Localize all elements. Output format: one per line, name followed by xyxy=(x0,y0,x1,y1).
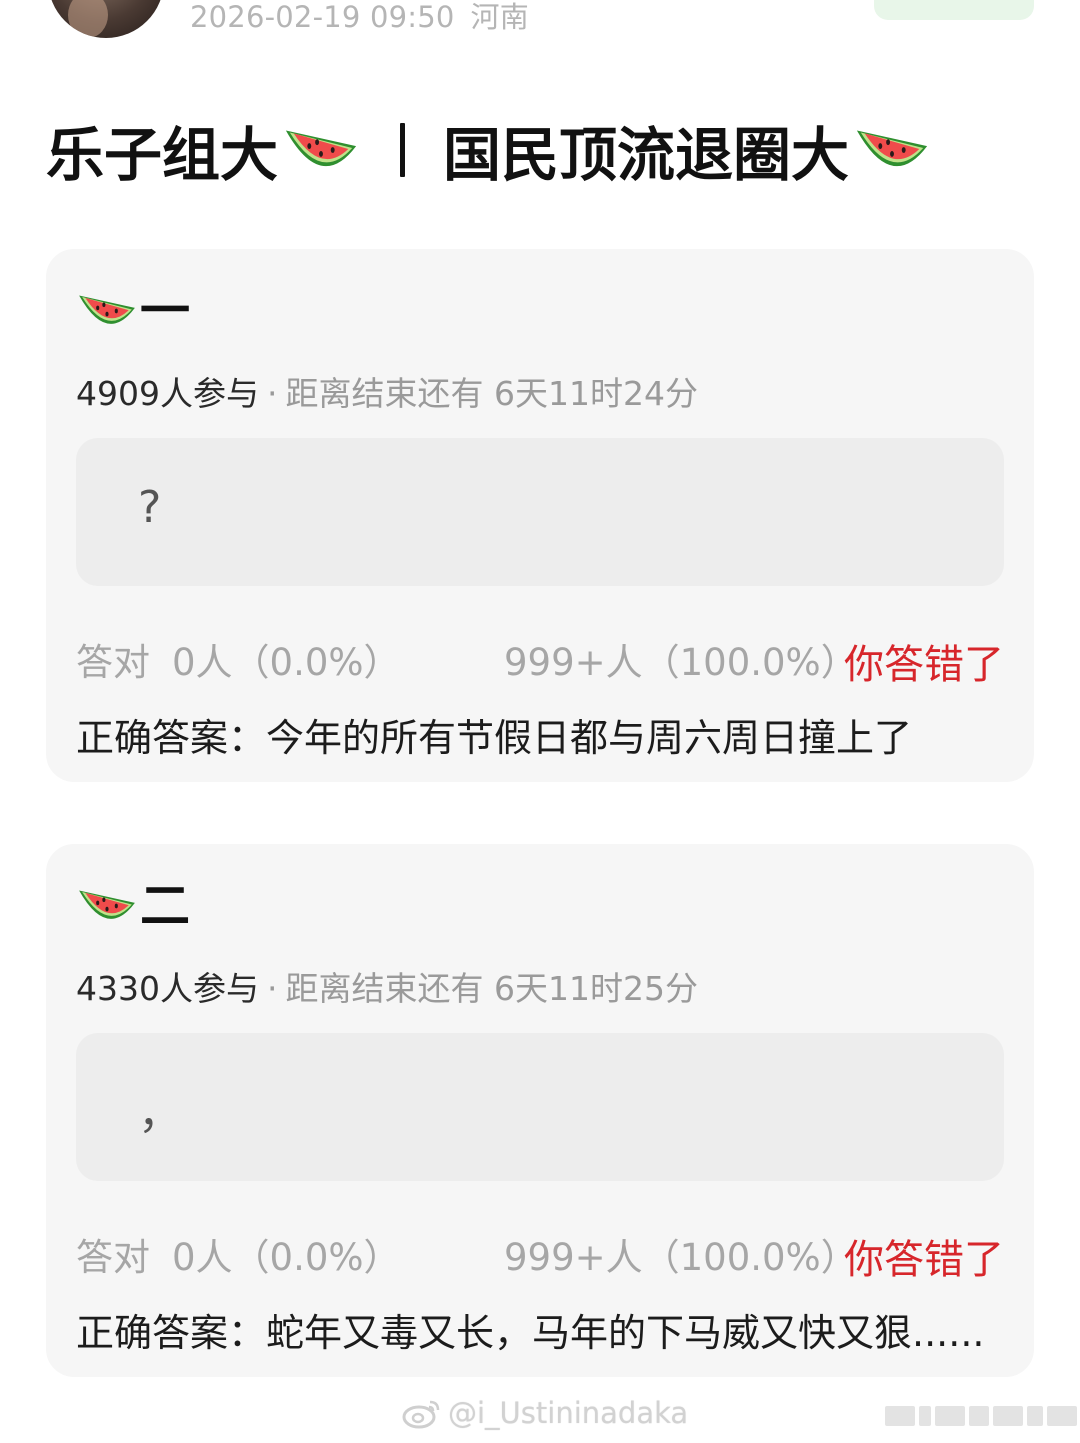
quiz-stats: 4330人参与 · 距离结束还有 6天11时25分 xyxy=(76,962,698,1010)
correct-answer-text: 蛇年又毒又长，马年的下马威又快又狠...... xyxy=(266,1311,985,1355)
correct-answer-label: 正确答案： xyxy=(76,716,267,760)
follow-button[interactable] xyxy=(874,0,1034,20)
submitted-answer: ? xyxy=(138,482,162,533)
correct-count: 0人（0.0%） xyxy=(172,1236,401,1279)
wrong-count: 999+人（100.0%） xyxy=(504,641,858,684)
post-title: 乐子组大 国民顶流退圈大 xyxy=(46,108,931,192)
correct-label: 答对 xyxy=(76,641,150,684)
post-timestamp: 2026-02-19 09:50 xyxy=(190,0,455,34)
quiz-stats: 4909人参与 · 距离结束还有 6天11时24分 xyxy=(76,367,698,415)
correct-answer: 正确答案：蛇年又毒又长，马年的下马威又快又狠...... xyxy=(76,1302,985,1357)
result-row: 答对 0人（0.0%） 999+人（100.0%） 你答错了 xyxy=(76,1227,1004,1283)
watermelon-icon xyxy=(79,295,135,324)
watermelon-icon xyxy=(856,130,928,167)
decorative-bars xyxy=(885,1406,1077,1426)
correct-answer-text: 今年的所有节假日都与周六周日撞上了 xyxy=(266,716,913,760)
watermelon-icon xyxy=(285,130,357,167)
participant-count: 4909人参与 xyxy=(76,374,259,413)
wrong-count: 999+人（100.0%） xyxy=(504,1236,858,1279)
answer-status: 你答错了 xyxy=(844,642,1004,688)
post-page: 2026-02-19 09:50 河南 乐子组大 国民顶流退圈大 一 4909人… xyxy=(0,0,1080,1443)
separator-dot: · xyxy=(266,969,278,1008)
post-title-left: 乐子组大 xyxy=(46,121,279,189)
correct-label: 答对 xyxy=(76,1236,150,1279)
title-separator xyxy=(400,123,406,177)
correct-answer: 正确答案：今年的所有节假日都与周六周日撞上了 xyxy=(76,707,912,762)
post-title-right: 国民顶流退圈大 xyxy=(443,121,850,189)
separator-dot: · xyxy=(266,374,278,413)
answer-input-box[interactable]: ? xyxy=(76,438,1004,586)
answer-status: 你答错了 xyxy=(844,1237,1004,1283)
quiz-card[interactable]: 二 4330人参与 · 距离结束还有 6天11时25分 ， 答对 0人（0.0%） 9… xyxy=(46,844,1034,1377)
quiz-card-header: 二 xyxy=(76,880,190,932)
avatar[interactable] xyxy=(48,0,164,38)
correct-count: 0人（0.0%） xyxy=(172,641,401,684)
countdown: 距离结束还有 6天11时25分 xyxy=(285,969,698,1008)
watermark-handle: @i_Ustininadaka xyxy=(448,1396,689,1430)
answer-input-box[interactable]: ， xyxy=(76,1033,1004,1181)
quiz-card-header: 一 xyxy=(76,285,190,337)
submitted-answer: ， xyxy=(138,1088,182,1139)
quiz-number: 一 xyxy=(140,282,190,340)
watermelon-icon xyxy=(79,890,135,919)
post-location: 河南 xyxy=(470,0,529,34)
post-meta: 2026-02-19 09:50 河南 xyxy=(190,0,529,36)
correct-answer-label: 正确答案： xyxy=(76,1311,267,1355)
quiz-card[interactable]: 一 4909人参与 · 距离结束还有 6天11时24分 ? 答对 0人（0.0%） 9… xyxy=(46,249,1034,782)
watermark: @i_Ustininadaka xyxy=(402,1396,688,1430)
countdown: 距离结束还有 6天11时24分 xyxy=(285,374,698,413)
participant-count: 4330人参与 xyxy=(76,969,259,1008)
quiz-number: 二 xyxy=(140,877,190,935)
result-row: 答对 0人（0.0%） 999+人（100.0%） 你答错了 xyxy=(76,632,1004,688)
weibo-icon xyxy=(402,1400,440,1429)
